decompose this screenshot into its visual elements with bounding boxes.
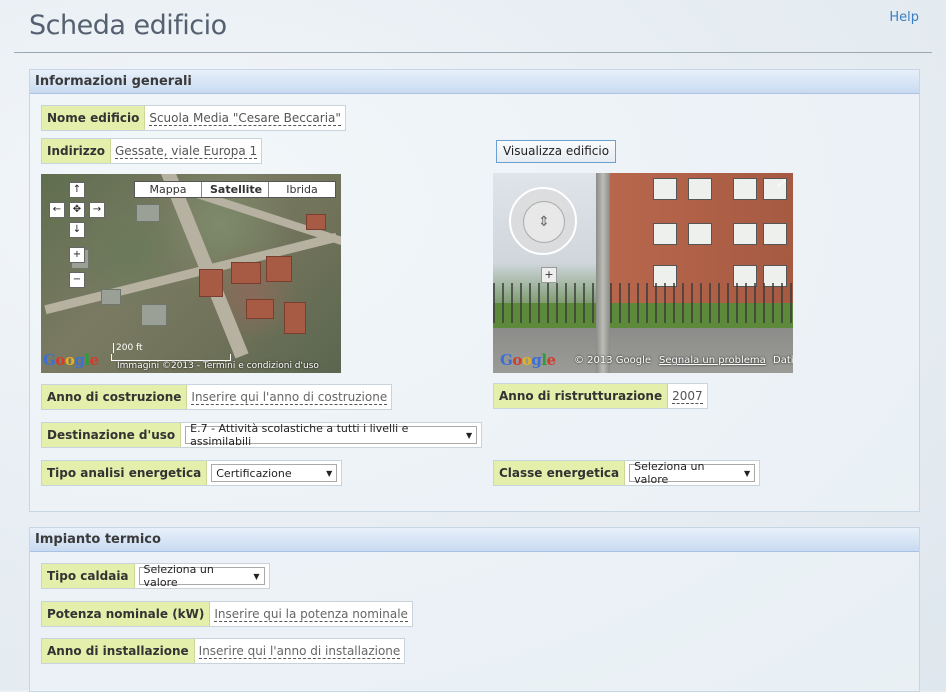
construction-year-field: Anno di costruzione Inserire qui l'anno … xyxy=(41,384,393,410)
intended-use-label: Destinazione d'uso xyxy=(42,423,182,447)
pan-left-icon[interactable]: ← xyxy=(49,202,65,218)
sv-copyright: © 2013 Google xyxy=(574,355,652,366)
pan-up-icon[interactable]: ↑ xyxy=(69,182,85,198)
view-building-button[interactable]: Visualizza edificio xyxy=(496,140,616,163)
page-title: Scheda edificio xyxy=(29,10,227,41)
street-view-nav-control[interactable]: ⇕ xyxy=(509,187,577,255)
help-link[interactable]: Help xyxy=(889,10,919,25)
energy-analysis-field: Tipo analisi energetica Certificazione ▼ xyxy=(41,460,343,486)
map-scale-ft: 200 ft xyxy=(113,343,143,353)
installation-year-input[interactable]: Inserire qui l'anno di installazione xyxy=(195,639,405,663)
address-value[interactable]: Gessate, viale Europa 1 xyxy=(111,139,261,163)
intended-use-field: Destinazione d'uso E.7 - Attività scolas… xyxy=(41,422,483,448)
energy-analysis-label: Tipo analisi energetica xyxy=(42,461,208,485)
tab-satellite[interactable]: Satellite xyxy=(202,182,269,197)
building-name-value[interactable]: Scuola Media "Cesare Beccaria" xyxy=(145,106,345,130)
boiler-type-field: Tipo caldaia Seleziona un valore ▼ xyxy=(41,563,270,589)
energy-class-label: Classe energetica xyxy=(494,461,626,485)
map-type-tabs: Mappa Satellite Ibrida xyxy=(134,181,336,198)
zoom-in-icon[interactable]: + xyxy=(69,247,85,263)
construction-year-label: Anno di costruzione xyxy=(42,385,188,409)
satellite-map[interactable]: Mappa Satellite Ibrida ↑ ← ✥ → ↓ + − Goo… xyxy=(41,174,341,373)
chevron-down-icon: ▼ xyxy=(744,468,751,478)
expand-icon[interactable]: ⤢ xyxy=(776,178,788,190)
boiler-type-select[interactable]: Seleziona un valore ▼ xyxy=(138,563,265,589)
compass-icon[interactable]: ⇕ xyxy=(523,201,565,243)
construction-year-input[interactable]: Inserire qui l'anno di costruzione xyxy=(187,385,391,409)
pan-down-icon[interactable]: ↓ xyxy=(69,222,85,238)
nominal-power-field: Potenza nominale (kW) Inserire qui la po… xyxy=(41,601,413,627)
boiler-type-label: Tipo caldaia xyxy=(42,564,135,588)
intended-use-select[interactable]: E.7 - Attività scolastiche a tutti i liv… xyxy=(185,422,478,448)
building-name-label: Nome edificio xyxy=(42,106,146,130)
nominal-power-input[interactable]: Inserire qui la potenza nominale xyxy=(210,602,412,626)
energy-class-field: Classe energetica Seleziona un valore ▼ xyxy=(493,460,761,486)
report-problem-link[interactable]: Segnala un problema xyxy=(659,355,766,366)
pan-center-icon[interactable]: ✥ xyxy=(69,202,85,218)
tab-ibrida[interactable]: Ibrida xyxy=(269,182,335,197)
address-label: Indirizzo xyxy=(42,139,111,163)
energy-class-select[interactable]: Seleziona un valore ▼ xyxy=(629,460,756,486)
renovation-year-input[interactable]: 2007 xyxy=(668,384,707,408)
google-logo: Google xyxy=(43,351,99,369)
building-name-field: Nome edificio Scuola Media "Cesare Becca… xyxy=(41,105,346,131)
title-divider xyxy=(14,52,932,53)
renovation-year-label: Anno di ristrutturazione xyxy=(494,384,669,408)
chevron-down-icon: ▼ xyxy=(465,430,473,440)
installation-year-label: Anno di installazione xyxy=(42,639,195,663)
pan-right-icon[interactable]: → xyxy=(89,202,105,218)
installation-year-field: Anno di installazione Inserire qui l'ann… xyxy=(41,638,406,664)
sv-zoom-in-icon[interactable]: + xyxy=(541,267,557,283)
map-copyright: Immagini ©2013 - Termini e condizioni d'… xyxy=(117,361,319,371)
tab-mappa[interactable]: Mappa xyxy=(135,182,202,197)
street-view[interactable]: ⇕ + ⤢ Google © 2013 Google Segnala un pr… xyxy=(493,173,793,373)
energy-analysis-select[interactable]: Certificazione ▼ xyxy=(211,464,338,482)
renovation-year-field: Anno di ristrutturazione 2007 xyxy=(493,383,708,409)
chevron-down-icon: ▼ xyxy=(253,571,260,581)
heating-system-heading: Impianto termico xyxy=(30,528,919,552)
zoom-out-icon[interactable]: − xyxy=(69,272,85,288)
general-info-heading: Informazioni generali xyxy=(30,70,919,94)
address-field: Indirizzo Gessate, viale Europa 1 xyxy=(41,138,263,164)
sv-google-logo: Google xyxy=(500,351,556,369)
chevron-down-icon: ▼ xyxy=(326,468,333,478)
map-scale-bar xyxy=(111,354,231,361)
sv-data-label: Dati xyxy=(773,355,793,366)
nominal-power-label: Potenza nominale (kW) xyxy=(42,602,211,626)
